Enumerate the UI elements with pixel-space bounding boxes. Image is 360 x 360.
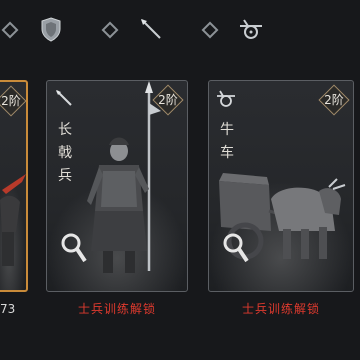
shield-icon[interactable] (36, 14, 66, 44)
ox-cart-icon[interactable] (236, 14, 266, 44)
troop-type-filter-bar (0, 0, 360, 62)
troop-count: 73 (0, 302, 16, 316)
unit-card-halberd[interactable]: 2阶 长 戟 兵 (46, 80, 188, 292)
diamond-separator (101, 21, 119, 39)
unlock-condition: 士兵训练解锁 (241, 302, 320, 316)
unit-card-partial[interactable]: 2阶 (0, 80, 28, 292)
spear-icon[interactable] (136, 14, 166, 44)
unit-artwork (0, 174, 26, 266)
unit-card-ox-cart[interactable]: 2阶 牛 车 (208, 80, 354, 292)
unlock-condition: 士兵训练解锁 (77, 302, 156, 316)
diamond-separator (1, 21, 19, 39)
diamond-separator (201, 21, 219, 39)
magnifier-icon[interactable] (59, 231, 89, 265)
magnifier-icon[interactable] (221, 231, 251, 265)
